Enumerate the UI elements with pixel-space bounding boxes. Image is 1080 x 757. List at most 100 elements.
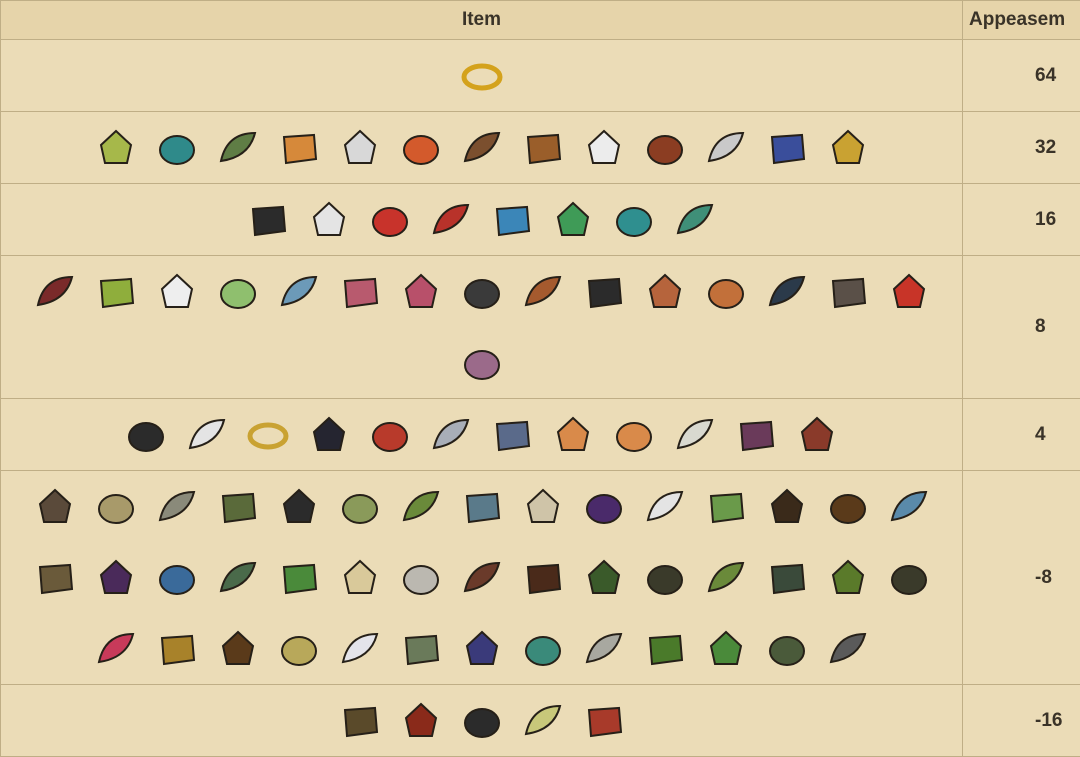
pink-fish-icon[interactable] [329, 256, 390, 327]
rock-pile-icon[interactable] [665, 399, 726, 470]
pirate-parrot-icon[interactable] [421, 184, 482, 255]
thatch-icon[interactable] [756, 613, 817, 684]
item-column-header[interactable]: Item [1, 1, 963, 40]
hedgehog-icon[interactable] [512, 542, 573, 613]
ferny-creature-icon[interactable] [207, 112, 268, 183]
coral-icon[interactable] [878, 471, 939, 542]
seagull-icon[interactable] [299, 184, 360, 255]
spiky-seed-icon[interactable] [146, 613, 207, 684]
pinecone-icon[interactable] [817, 471, 878, 542]
bamboo-icon[interactable] [695, 471, 756, 542]
moss-patch-icon[interactable] [390, 613, 451, 684]
snow-pile-icon[interactable] [329, 613, 390, 684]
seaweed-icon[interactable] [207, 256, 268, 327]
soda-can-icon[interactable] [390, 112, 451, 183]
toy-boat-icon[interactable] [756, 112, 817, 183]
branch-icon[interactable] [573, 613, 634, 684]
license-plate-icon[interactable] [573, 112, 634, 183]
shark-fin-icon[interactable] [878, 256, 939, 327]
jellyfish-icon[interactable] [543, 399, 604, 470]
black-seaweed-icon[interactable] [116, 399, 177, 470]
berry-bush-icon[interactable] [573, 471, 634, 542]
dry-branch-icon[interactable] [878, 542, 939, 613]
green-foliage-icon[interactable] [573, 542, 634, 613]
mussel-icon[interactable] [756, 256, 817, 327]
orange-shell-icon[interactable] [604, 399, 665, 470]
gold-ring-icon[interactable] [451, 40, 512, 111]
log-icon[interactable] [207, 471, 268, 542]
swirl-icon[interactable] [817, 256, 878, 327]
ore-chunk-icon[interactable] [207, 542, 268, 613]
rope-coil-icon[interactable] [268, 613, 329, 684]
feather-fan-icon[interactable] [146, 112, 207, 183]
blue-rock-icon[interactable] [451, 471, 512, 542]
twig-icon[interactable] [756, 471, 817, 542]
green-fish-icon[interactable] [85, 256, 146, 327]
dragon-fruit-icon[interactable] [85, 613, 146, 684]
mace-icon[interactable] [634, 613, 695, 684]
toucan-icon[interactable] [238, 184, 299, 255]
white-egg-icon[interactable] [146, 256, 207, 327]
bird-figurine-icon[interactable] [85, 112, 146, 183]
grass-tuft-icon[interactable] [329, 471, 390, 542]
papyrus-icon[interactable] [329, 542, 390, 613]
woven-basket-icon[interactable] [85, 471, 146, 542]
crab-icon[interactable] [482, 184, 543, 255]
dark-coral-icon[interactable] [634, 542, 695, 613]
flint-icon[interactable] [512, 471, 573, 542]
bomb-icon[interactable] [329, 685, 390, 756]
red-chunks-icon[interactable] [573, 685, 634, 756]
hatchling-icon[interactable] [665, 184, 726, 255]
white-mound-icon[interactable] [634, 471, 695, 542]
cooked-meat-icon[interactable] [634, 256, 695, 327]
gem-cluster-icon[interactable] [146, 542, 207, 613]
pebble-icon[interactable] [695, 112, 756, 183]
parrot-icon[interactable] [360, 184, 421, 255]
white-feather-icon[interactable] [177, 399, 238, 470]
ash-pile-icon[interactable] [451, 542, 512, 613]
spike-crown-icon[interactable] [817, 613, 878, 684]
eel-icon[interactable] [451, 256, 512, 327]
swordfish-icon[interactable] [268, 256, 329, 327]
dark-feather-icon[interactable] [299, 399, 360, 470]
vine-icon[interactable] [756, 542, 817, 613]
green-tile-icon[interactable] [512, 613, 573, 684]
gold-bars-icon[interactable] [817, 112, 878, 183]
coal-pile-icon[interactable] [451, 685, 512, 756]
boiling-pot-icon[interactable] [390, 685, 451, 756]
bamboo-bundle-icon[interactable] [817, 542, 878, 613]
blue-fish-icon[interactable] [482, 399, 543, 470]
bowtie-grass-icon[interactable] [390, 471, 451, 542]
gold-rings-icon[interactable] [238, 399, 299, 470]
pearl-coin-icon[interactable] [329, 112, 390, 183]
charcoal-icon[interactable] [268, 471, 329, 542]
scrap-pile-icon[interactable] [787, 399, 848, 470]
cucumber-icon[interactable] [695, 613, 756, 684]
gravel-icon[interactable] [146, 471, 207, 542]
dark-berry-icon[interactable] [85, 542, 146, 613]
ukulele-icon[interactable] [512, 112, 573, 183]
raw-steak-icon[interactable] [390, 256, 451, 327]
tall-grass-icon[interactable] [695, 542, 756, 613]
yellow-pile-icon[interactable] [512, 685, 573, 756]
manure-icon[interactable] [207, 613, 268, 684]
teal-egg-icon[interactable] [604, 184, 665, 255]
voodoo-doll-icon[interactable] [451, 112, 512, 183]
appeasement-column-header[interactable]: Appeasem [963, 1, 1080, 40]
bundle-icon[interactable] [24, 471, 85, 542]
green-egg-icon[interactable] [543, 184, 604, 255]
bone-shards-icon[interactable] [390, 542, 451, 613]
vase-icon[interactable] [634, 112, 695, 183]
mushroom-cluster-icon[interactable] [451, 327, 512, 398]
starry-leaf-icon[interactable] [451, 613, 512, 684]
leaf-icon[interactable] [268, 542, 329, 613]
small-toucan-icon[interactable] [573, 256, 634, 327]
stump-icon[interactable] [24, 542, 85, 613]
butterfly-icon[interactable] [24, 256, 85, 327]
drumstick-icon[interactable] [512, 256, 573, 327]
treasure-map-icon[interactable] [268, 112, 329, 183]
sweet-potato-icon[interactable] [695, 256, 756, 327]
red-feather-icon[interactable] [360, 399, 421, 470]
gray-feather-icon[interactable] [421, 399, 482, 470]
purple-mushroom-icon[interactable] [726, 399, 787, 470]
